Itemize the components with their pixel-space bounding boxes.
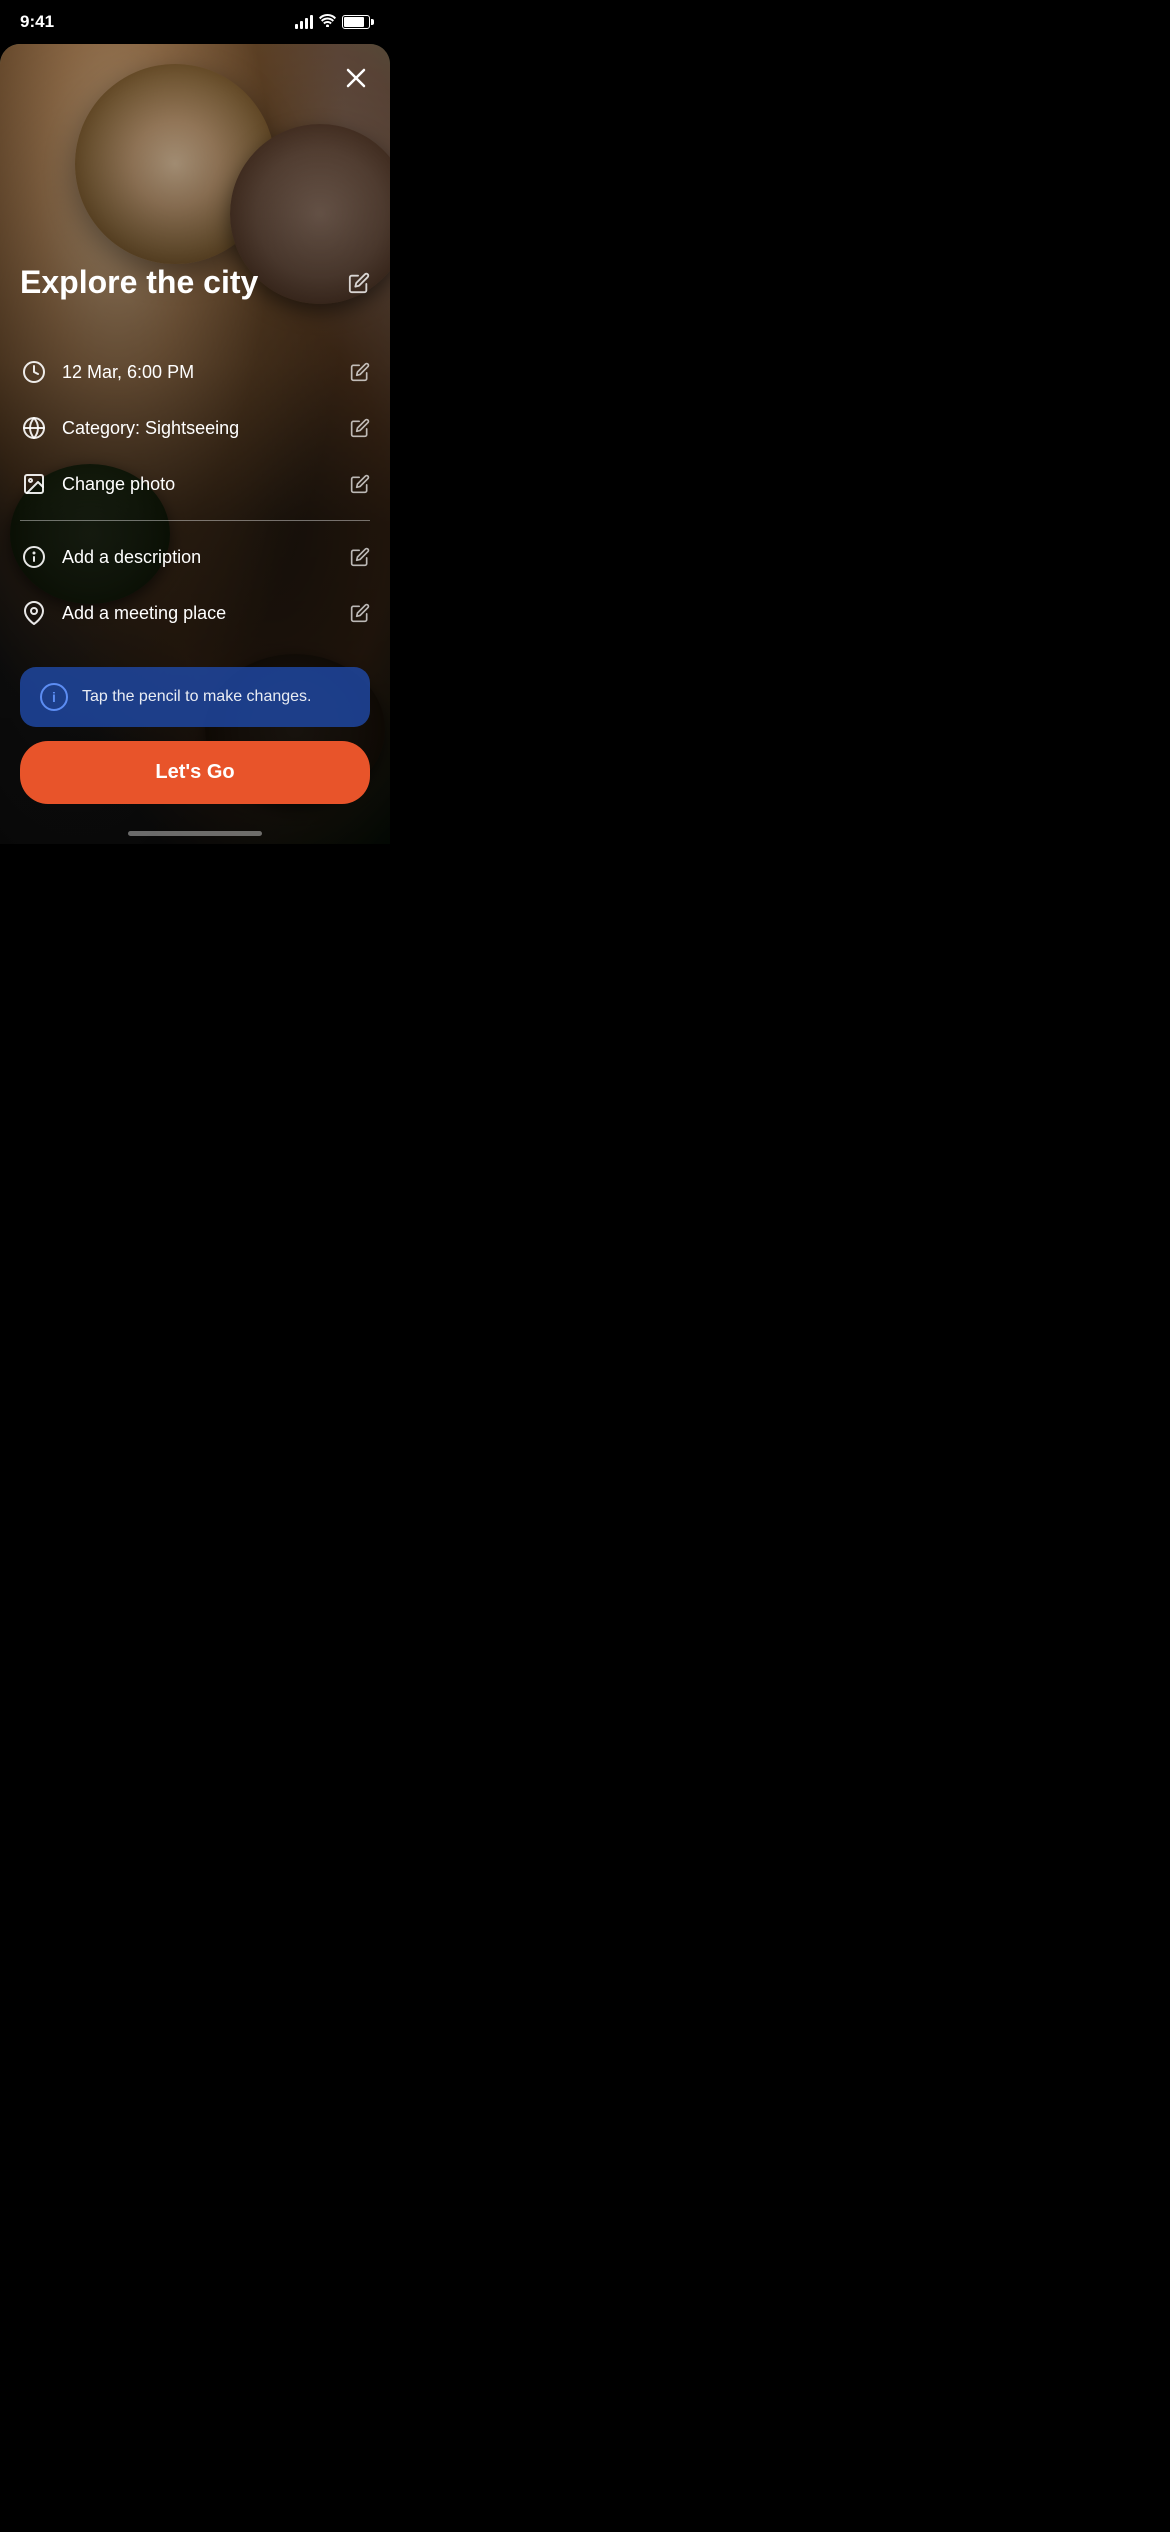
datetime-text: 12 Mar, 6:00 PM	[62, 362, 336, 383]
info-banner-icon: i	[40, 683, 68, 711]
section-divider	[20, 520, 370, 521]
home-indicator	[128, 831, 262, 836]
info-banner-text: Tap the pencil to make changes.	[82, 688, 311, 706]
event-title-row: Explore the city	[20, 264, 370, 301]
close-button[interactable]	[338, 60, 374, 96]
description-text: Add a description	[62, 547, 336, 568]
meeting-place-row: Add a meeting place	[20, 585, 370, 641]
photo-icon	[20, 470, 48, 498]
main-content: Explore the city 12 Mar, 6:00 PM	[0, 44, 390, 844]
edit-description-icon[interactable]	[350, 547, 370, 567]
edit-datetime-icon[interactable]	[350, 362, 370, 382]
description-row: Add a description	[20, 529, 370, 585]
bottom-section: i Tap the pencil to make changes. Let's …	[0, 667, 390, 844]
change-photo-text: Change photo	[62, 474, 336, 495]
location-icon	[20, 599, 48, 627]
meeting-place-text: Add a meeting place	[62, 603, 336, 624]
lets-go-button[interactable]: Let's Go	[20, 741, 370, 804]
edit-title-icon[interactable]	[348, 272, 370, 294]
battery-icon	[342, 15, 370, 29]
globe-icon	[20, 414, 48, 442]
status-bar: 9:41	[0, 0, 390, 44]
category-text: Category: Sightseeing	[62, 418, 336, 439]
clock-icon	[20, 358, 48, 386]
info-icon	[20, 543, 48, 571]
category-row: Category: Sightseeing	[20, 400, 370, 456]
info-banner: i Tap the pencil to make changes.	[20, 667, 370, 727]
datetime-row: 12 Mar, 6:00 PM	[20, 344, 370, 400]
change-photo-row: Change photo	[20, 456, 370, 512]
status-time: 9:41	[20, 12, 54, 32]
signal-icon	[295, 15, 313, 29]
edit-category-icon[interactable]	[350, 418, 370, 438]
details-section: 12 Mar, 6:00 PM Category: Sightseeing	[0, 344, 390, 641]
event-title: Explore the city	[20, 264, 336, 301]
edit-meeting-place-icon[interactable]	[350, 603, 370, 623]
wifi-icon	[319, 14, 336, 30]
edit-photo-icon[interactable]	[350, 474, 370, 494]
status-icons	[295, 14, 370, 30]
